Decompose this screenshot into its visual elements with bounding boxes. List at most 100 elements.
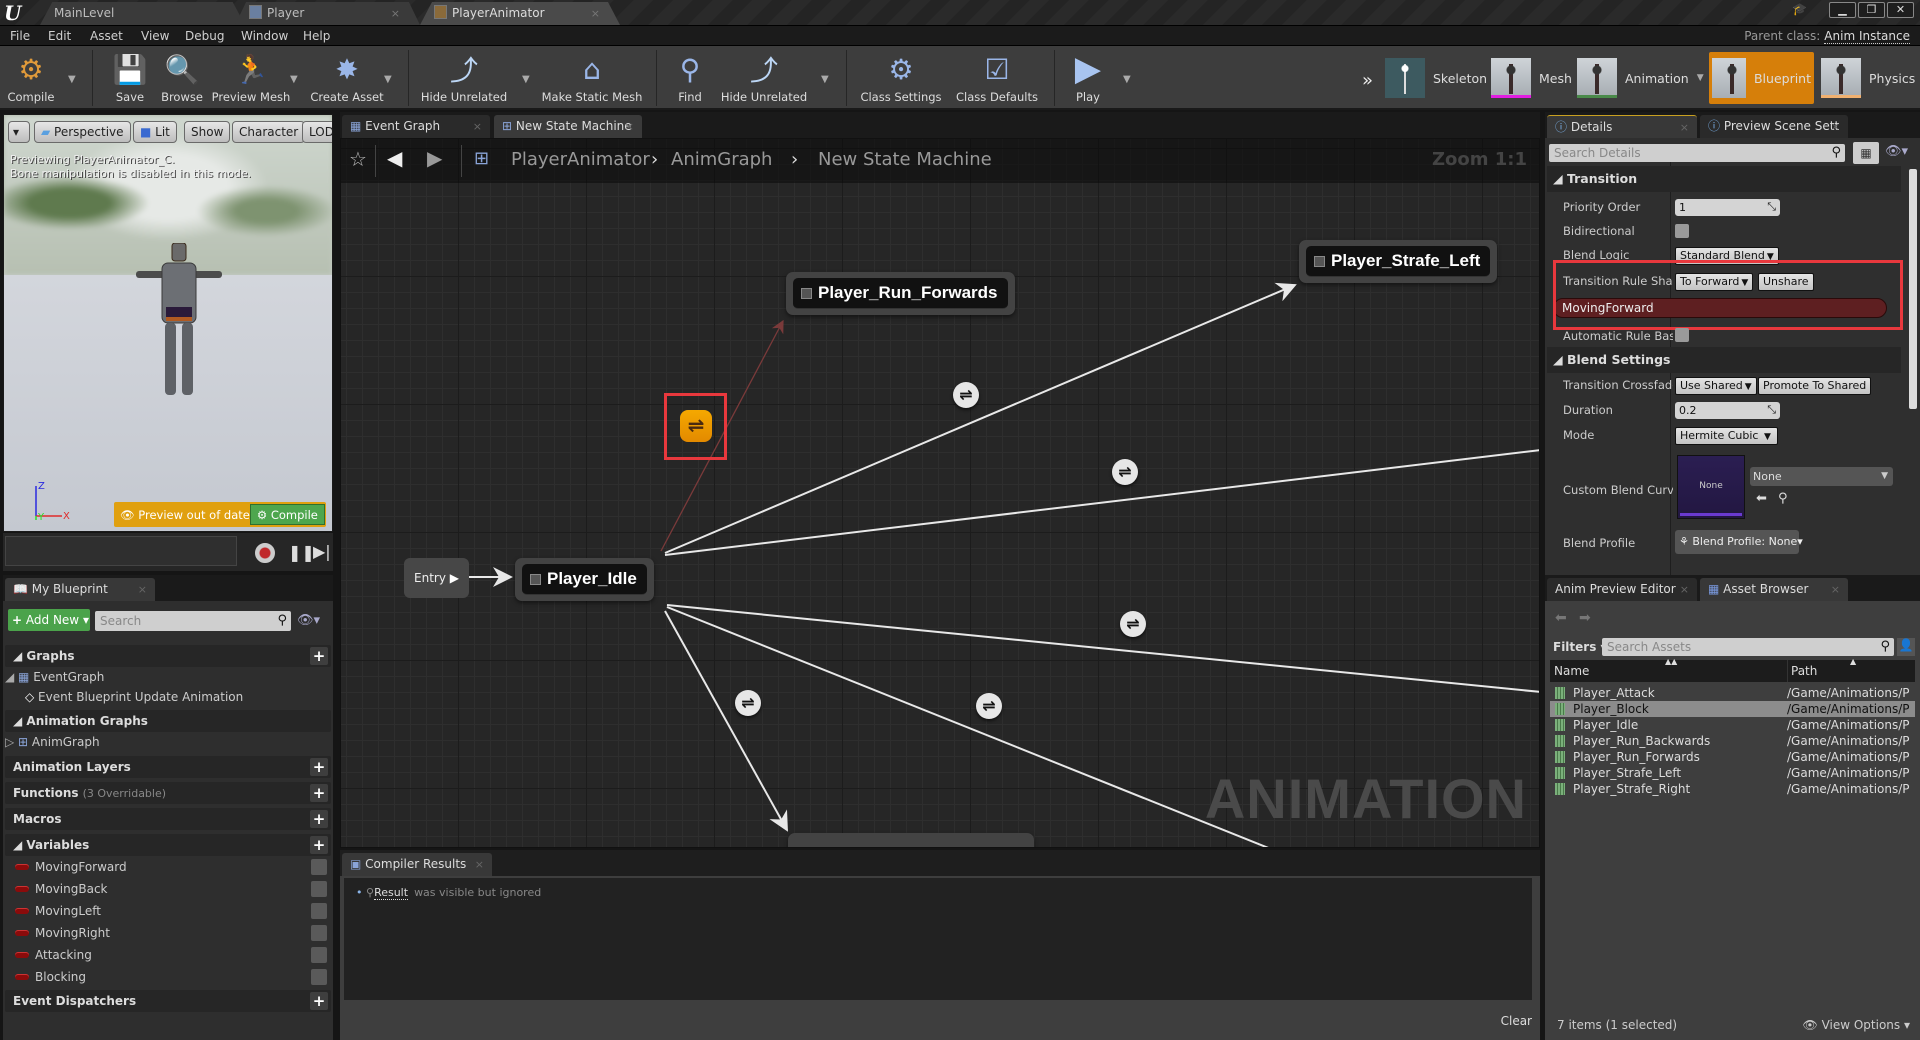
menu-asset[interactable]: Asset	[90, 28, 123, 44]
unreal-logo-icon[interactable]: U	[4, 1, 28, 25]
preview-viewport[interactable]: ▾ ▰ Perspective ■ Lit Show Character LOD…	[3, 114, 333, 532]
breadcrumb-animgraph[interactable]: AnimGraph	[671, 149, 772, 170]
forward-arrow-icon[interactable]: ➡	[1579, 610, 1591, 626]
tab-details[interactable]: ⓘ Details ×	[1547, 115, 1697, 138]
state-node-player-idle[interactable]: Player_Idle	[515, 558, 654, 601]
add-event-dispatcher-button[interactable]: +	[310, 992, 328, 1010]
variable-item[interactable]: Blocking	[15, 967, 333, 987]
asset-row[interactable]: Player_Run_Backwards/Game/Animations/P	[1550, 733, 1915, 749]
variable-visibility-toggle[interactable]	[311, 925, 327, 941]
category-event-dispatchers[interactable]: Event Dispatchers +	[5, 990, 331, 1012]
details-scrollbar[interactable]	[1909, 169, 1917, 409]
add-macro-button[interactable]: +	[310, 810, 328, 828]
transition-wire-bottom[interactable]	[664, 610, 788, 832]
add-function-button[interactable]: +	[310, 784, 328, 802]
breadcrumb-playeranimator[interactable]: PlayerAnimator	[511, 149, 650, 170]
view-options-button[interactable]: 👁 View Options ▾	[1803, 1018, 1911, 1032]
class-defaults-button[interactable]: ☑ Class Defaults	[954, 50, 1040, 106]
promote-to-shared-button[interactable]: Promote To Shared	[1758, 377, 1872, 395]
crossfade-dropdown[interactable]: Use Shared ▼	[1675, 377, 1757, 395]
make-static-mesh-button[interactable]: ⌂ Make Static Mesh	[540, 50, 644, 106]
mode-animation[interactable]: Animation ▼	[1574, 52, 1707, 104]
lod-button[interactable]: LOD	[302, 121, 332, 143]
blend-profile-dropdown[interactable]: ⚘ Blend Profile: None▾	[1675, 530, 1803, 554]
hide-unrelated-button[interactable]: ⤴ Hide Unrelated	[420, 50, 508, 106]
mode-skeleton[interactable]: Skeleton	[1382, 52, 1490, 104]
close-icon[interactable]: ×	[1680, 116, 1689, 139]
transition-wire-lower-right[interactable]	[666, 604, 1540, 693]
restore-button[interactable]: ❐	[1858, 2, 1885, 18]
visibility-eye-icon[interactable]: 👁▾	[297, 613, 320, 628]
filters-button[interactable]: Filters ▾	[1553, 640, 1607, 654]
show-button[interactable]: Show	[184, 121, 231, 143]
close-icon[interactable]: ×	[625, 115, 634, 138]
asset-row[interactable]: Player_Strafe_Left/Game/Animations/P	[1550, 765, 1915, 781]
category-transition[interactable]: ◢ Transition	[1547, 166, 1901, 192]
user-filter-icon[interactable]: 👤	[1897, 638, 1915, 656]
mode-dropdown[interactable]: Hermite Cubic ▼	[1675, 427, 1778, 445]
close-icon[interactable]: ×	[1680, 578, 1689, 601]
variable-item[interactable]: MovingForward	[15, 857, 333, 877]
close-icon[interactable]: ×	[591, 2, 600, 25]
variable-item[interactable]: MovingRight	[15, 923, 333, 943]
banner-compile-button[interactable]: ⚙ Compile	[249, 504, 325, 525]
close-icon[interactable]: ×	[1831, 578, 1840, 601]
menu-file[interactable]: File	[10, 28, 30, 44]
curve-thumbnail[interactable]: None	[1677, 455, 1745, 519]
close-icon[interactable]: ×	[1831, 115, 1840, 138]
back-arrow-icon[interactable]: ◀	[387, 146, 402, 170]
state-node-partial-bottom[interactable]	[788, 833, 1034, 847]
asset-row[interactable]: Player_Run_Forwards/Game/Animations/P	[1550, 749, 1915, 765]
lit-button[interactable]: ■ Lit	[133, 121, 177, 143]
character-button[interactable]: Character	[232, 121, 306, 143]
menu-help[interactable]: Help	[303, 28, 330, 44]
tab-compiler-results[interactable]: ▣ Compiler Results ×	[342, 853, 492, 876]
animation-dropdown-icon[interactable]: ▼	[1697, 73, 1704, 83]
browse-button[interactable]: 🔍 Browse	[156, 50, 208, 106]
forward-arrow-icon[interactable]: ▶	[427, 146, 442, 170]
variable-visibility-toggle[interactable]	[311, 947, 327, 963]
transition-rule-icon[interactable]: ⇌	[953, 382, 979, 408]
close-window-button[interactable]: ✕	[1887, 2, 1914, 18]
shared-transition-rule-icon[interactable]: ⇌	[680, 410, 712, 442]
tab-anim-preview-editor[interactable]: Anim Preview Editor ×	[1547, 578, 1697, 601]
variable-item[interactable]: MovingBack	[15, 879, 333, 899]
compile-button[interactable]: ⚙ Compile	[4, 50, 58, 106]
close-icon[interactable]: ×	[475, 853, 484, 876]
minimize-button[interactable]: ▁	[1829, 2, 1856, 18]
create-asset-button[interactable]: ✸ Create Asset	[310, 50, 384, 106]
category-animation-layers[interactable]: Animation Layers +	[5, 756, 331, 778]
automatic-rule-checkbox[interactable]	[1675, 328, 1689, 342]
asset-row-selected[interactable]: Player_Block/Game/Animations/P	[1550, 701, 1915, 717]
category-macros[interactable]: Macros +	[5, 808, 331, 830]
hide-unrelated-dropdown-2[interactable]: ▼	[821, 74, 829, 85]
preview-mesh-dropdown[interactable]: ▼	[290, 74, 298, 85]
doc-tab-player[interactable]: Player ×	[235, 2, 420, 25]
category-graphs[interactable]: ◢ Graphs +	[5, 645, 331, 667]
add-variable-button[interactable]: +	[310, 836, 328, 854]
doc-tab-playeranimator[interactable]: PlayerAnimator ×	[420, 2, 620, 25]
exec-pin-icon[interactable]: ▶	[450, 571, 459, 585]
transition-wire-strafe-left[interactable]	[664, 282, 1297, 554]
hide-unrelated-button-2[interactable]: ⤴ Hide Unrelated	[720, 50, 808, 106]
step-forward-button[interactable]: ▶|	[313, 542, 331, 561]
transition-wire-bottom-right[interactable]	[666, 606, 1271, 848]
transition-rule-icon[interactable]: ⇌	[976, 693, 1002, 719]
clear-button[interactable]: Clear	[1501, 1014, 1532, 1028]
tree-item-eventgraph[interactable]: ◢ ▦ EventGraph	[5, 668, 104, 686]
property-matrix-icon[interactable]: ▦	[1853, 142, 1879, 164]
bookmark-star-icon[interactable]: ☆	[349, 147, 367, 171]
close-icon[interactable]: ×	[391, 2, 400, 25]
menu-view[interactable]: View	[141, 28, 169, 44]
create-asset-dropdown[interactable]: ▼	[384, 74, 392, 85]
tab-preview-scene-settings[interactable]: ⓘ Preview Scene Sett ×	[1700, 115, 1848, 138]
hide-unrelated-dropdown[interactable]: ▼	[522, 74, 530, 85]
tab-event-graph[interactable]: ▦ Event Graph ×	[342, 115, 490, 138]
category-animation-graphs[interactable]: ◢ Animation Graphs	[5, 710, 331, 732]
state-node-player-run-forwards[interactable]: Player_Run_Forwards	[786, 272, 1015, 315]
play-options-dropdown[interactable]: ▼	[1123, 74, 1131, 85]
save-button[interactable]: 💾 Save	[104, 50, 156, 106]
duration-input[interactable]: 0.2	[1675, 401, 1780, 419]
add-graph-button[interactable]: +	[310, 647, 328, 665]
asset-row[interactable]: Player_Attack/Game/Animations/P	[1550, 685, 1915, 701]
